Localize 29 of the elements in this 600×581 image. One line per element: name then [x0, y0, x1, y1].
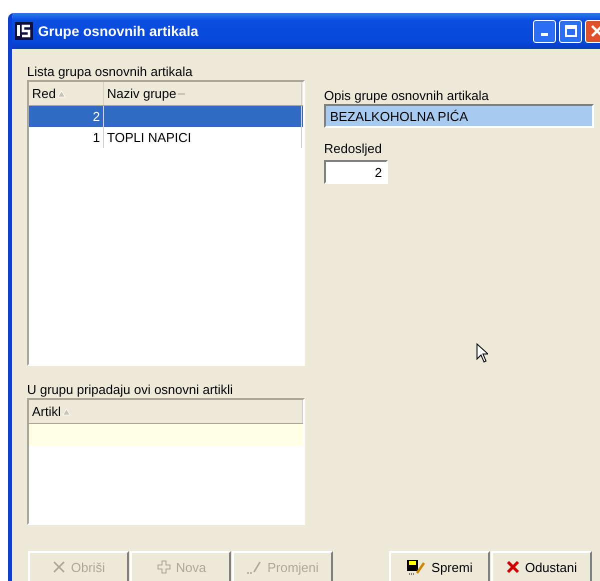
field-label: Redosljed	[324, 141, 382, 156]
action-button[interactable]: Odustani	[491, 551, 592, 581]
app-icon	[15, 22, 33, 40]
order-field[interactable]: 2	[324, 160, 388, 184]
table-cell: TOPLI NAPICI	[107, 130, 192, 145]
field-label: Opis grupe osnovnih artikala	[324, 88, 489, 103]
column-header[interactable]: Artikl	[29, 400, 303, 423]
plus-icon	[154, 560, 171, 574]
mouse-pointer-icon	[476, 343, 488, 363]
table-row[interactable]: 2	[29, 106, 303, 127]
cross-icon	[506, 560, 520, 574]
minimize-button[interactable]	[533, 20, 556, 42]
cross-icon	[52, 560, 66, 574]
save-icon	[406, 559, 426, 575]
column-header[interactable]: Red	[29, 82, 104, 105]
pencil-icon	[246, 560, 262, 574]
close-icon	[590, 25, 600, 37]
list-label: Lista grupa osnovnih artikala	[27, 64, 192, 79]
list-label: U grupu pripadaju ovi osnovni artikli	[27, 382, 233, 397]
table-row[interactable]: 1 TOPLI NAPICI	[29, 127, 303, 148]
action-button[interactable]: Spremi	[389, 551, 490, 581]
table-cell: 1	[92, 130, 100, 145]
table-cell: 2	[92, 109, 100, 124]
description-field[interactable]: BEZALKOHOLNA PIĆA	[324, 104, 594, 128]
window-title: Grupe osnovnih artikala	[38, 23, 200, 39]
maximize-button[interactable]	[559, 20, 582, 42]
minimize-icon	[541, 33, 548, 36]
column-header[interactable]: Naziv grupe	[104, 82, 302, 105]
maximize-icon	[564, 25, 576, 37]
